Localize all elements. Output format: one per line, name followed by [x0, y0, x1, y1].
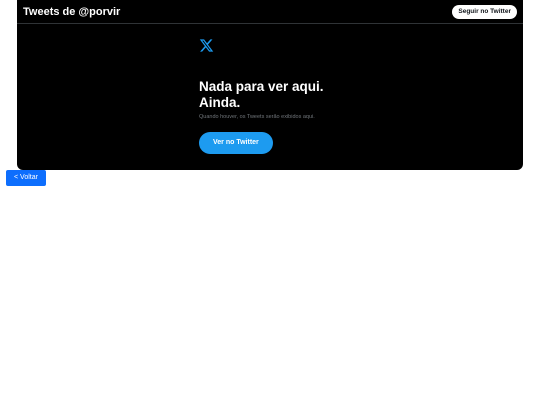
empty-state-title-line-2: Ainda.: [199, 95, 241, 110]
timeline-header: Tweets de @porvir Seguir no Twitter: [17, 0, 523, 24]
page: Tweets de @porvir Seguir no Twitter Nada…: [0, 0, 540, 405]
empty-state-title-line-1: Nada para ver aqui.: [199, 79, 324, 94]
twitter-timeline-widget: Tweets de @porvir Seguir no Twitter Nada…: [17, 0, 523, 170]
back-button[interactable]: < Voltar: [6, 170, 46, 186]
x-logo-icon: [199, 39, 214, 52]
view-on-twitter-button[interactable]: Ver no Twitter: [199, 132, 273, 154]
empty-state-title: Nada para ver aqui. Ainda.: [199, 79, 359, 111]
empty-state: Nada para ver aqui. Ainda. Quando houver…: [199, 38, 359, 154]
follow-on-twitter-button[interactable]: Seguir no Twitter: [452, 4, 517, 19]
empty-state-subtitle: Quando houver, os Tweets serão exibidos …: [199, 114, 315, 120]
timeline-title: Tweets de @porvir: [23, 5, 121, 18]
